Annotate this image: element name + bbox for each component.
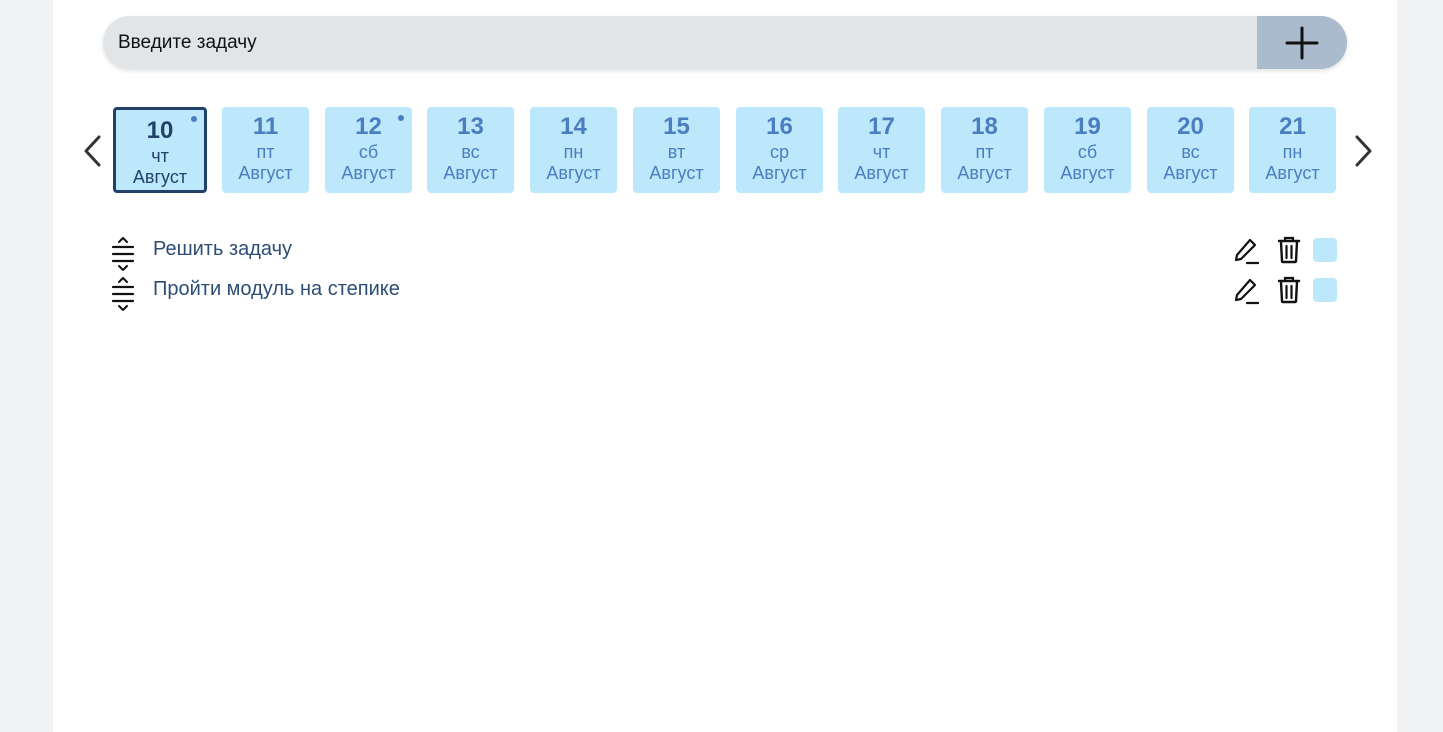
day-month: Август: [854, 163, 909, 183]
day-month: Август: [1060, 163, 1115, 183]
day-month: Август: [1265, 163, 1320, 183]
task-label: Пройти модуль на степике: [153, 278, 400, 300]
day-number: 18: [971, 113, 998, 140]
drag-handle-icon: [111, 237, 135, 271]
day-weekday: пн: [563, 142, 584, 162]
task-input[interactable]: [103, 16, 1257, 69]
day-weekday: сб: [1077, 142, 1098, 162]
day-card[interactable]: 20 вс Август: [1147, 107, 1234, 193]
chevron-right-icon: [1355, 135, 1372, 167]
day-month: Август: [238, 163, 293, 183]
drag-handle-icon: [111, 277, 135, 311]
day-number: 14: [560, 113, 587, 140]
prev-days-button[interactable]: [81, 134, 103, 168]
pencil-icon: [1234, 238, 1260, 265]
day-month: Август: [546, 163, 601, 183]
add-task-button[interactable]: [1257, 16, 1347, 69]
delete-task-button[interactable]: [1277, 276, 1301, 304]
day-card[interactable]: 17 чт Август: [838, 107, 925, 193]
day-month: Август: [1163, 163, 1218, 183]
plus-icon: [1285, 26, 1319, 59]
day-weekday: вс: [461, 142, 480, 162]
day-number: 20: [1177, 113, 1204, 140]
has-tasks-dot: [398, 115, 404, 121]
task-row: Решить задачу: [111, 232, 1339, 272]
task-done-checkbox[interactable]: [1313, 278, 1337, 302]
day-card[interactable]: 12 сб Август: [325, 107, 412, 193]
day-card[interactable]: 13 вс Август: [427, 107, 514, 193]
chevron-left-icon: [84, 135, 101, 167]
day-number: 17: [868, 113, 895, 140]
drag-handle[interactable]: [111, 236, 135, 272]
day-number: 11: [252, 113, 279, 140]
day-card[interactable]: 14 пн Август: [530, 107, 617, 193]
day-number: 10: [146, 117, 174, 144]
main-panel: 10чтАвгуст11птАвгуст12сбАвгуст13всАвгуст…: [53, 0, 1397, 732]
day-card[interactable]: 15 вт Август: [633, 107, 720, 193]
pencil-icon: [1234, 278, 1260, 305]
day-weekday: вс: [1181, 142, 1200, 162]
day-card[interactable]: 11 пт Август: [222, 107, 309, 193]
drag-handle[interactable]: [111, 276, 135, 312]
task-list: Решить задачу Пройти модуль на степике: [111, 232, 1339, 312]
day-weekday: пт: [256, 142, 275, 162]
day-card[interactable]: 10 чт Август: [113, 107, 207, 193]
day-number: 19: [1074, 113, 1101, 140]
day-weekday: пт: [975, 142, 994, 162]
day-number: 16: [766, 113, 793, 140]
delete-task-button[interactable]: [1277, 236, 1301, 264]
edit-task-button[interactable]: [1233, 237, 1260, 265]
day-number: 15: [663, 113, 690, 140]
day-month: Август: [341, 163, 396, 183]
day-month: Август: [649, 163, 704, 183]
task-done-checkbox[interactable]: [1313, 238, 1337, 262]
day-month: Август: [132, 167, 188, 187]
task-row: Пройти модуль на степике: [111, 272, 1339, 312]
day-weekday: пн: [1282, 142, 1303, 162]
has-tasks-dot: [191, 116, 197, 122]
day-card[interactable]: 18 пт Август: [941, 107, 1028, 193]
task-input-bar: [103, 16, 1347, 69]
day-month: Август: [957, 163, 1012, 183]
day-weekday: чт: [151, 146, 169, 166]
day-weekday: сб: [358, 142, 379, 162]
next-days-button[interactable]: [1353, 134, 1375, 168]
day-card[interactable]: 21 пн Август: [1249, 107, 1336, 193]
day-weekday: чт: [872, 142, 891, 162]
day-number: 21: [1279, 113, 1306, 140]
day-month: Август: [443, 163, 498, 183]
trash-icon: [1277, 276, 1301, 304]
day-weekday: вт: [667, 142, 686, 162]
day-weekday: ср: [769, 142, 789, 162]
day-card[interactable]: 19 сб Август: [1044, 107, 1131, 193]
day-number: 13: [457, 113, 484, 140]
trash-icon: [1277, 236, 1301, 264]
day-card[interactable]: 16 ср Август: [736, 107, 823, 193]
day-month: Август: [752, 163, 807, 183]
edit-task-button[interactable]: [1233, 277, 1260, 305]
task-label: Решить задачу: [153, 238, 293, 260]
